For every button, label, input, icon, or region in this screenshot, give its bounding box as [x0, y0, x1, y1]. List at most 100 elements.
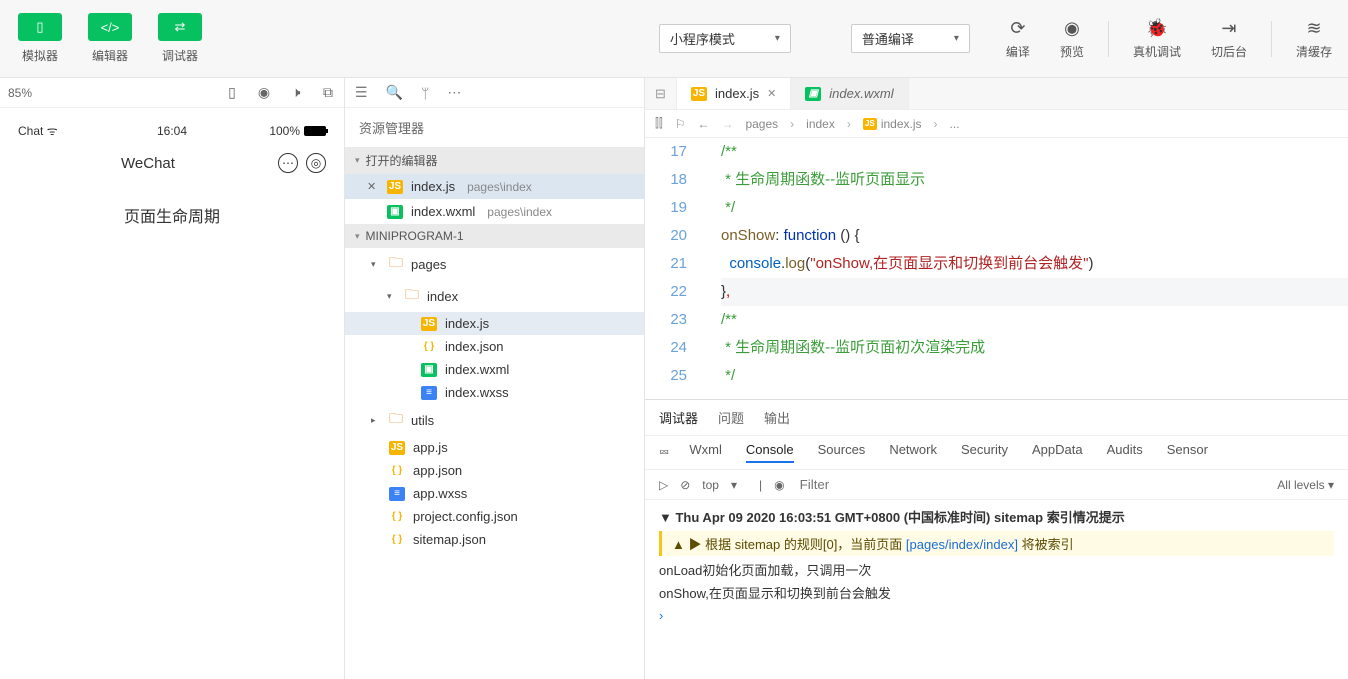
devtool-tab-network[interactable]: Network — [889, 442, 937, 463]
log-group-header[interactable]: ▼ Thu Apr 09 2020 16:03:51 GMT+0800 (中国标… — [659, 504, 1334, 529]
list-icon[interactable]: ☰ — [355, 84, 368, 101]
folder-icon: 🗀 — [389, 408, 403, 432]
close-icon[interactable]: ◎ — [306, 153, 326, 173]
tree-item-index[interactable]: ▾🗀index — [345, 280, 644, 312]
simulator-panel: 85% ▯ ◉ 🕨 ⧉ Chat ᯤ 16:04 100% WeChat ⋯◎ … — [0, 78, 345, 679]
close-icon[interactable]: ✕ — [767, 87, 776, 100]
compile-dropdown[interactable]: 普通编译 — [851, 24, 970, 53]
filter-input[interactable] — [797, 474, 1266, 495]
main-toolbar: ▯ 模拟器 </> 编辑器 ⇄ 调试器 小程序模式 普通编译 ⟳编译 ◉预览 🐞… — [0, 0, 1348, 78]
phone-time: 16:04 — [121, 124, 224, 138]
forward-icon[interactable]: → — [721, 117, 733, 131]
phone-status-bar: Chat ᯤ 16:04 100% — [6, 118, 338, 143]
preview-button[interactable]: ◉预览 — [1054, 14, 1090, 64]
eye-icon: ◉ — [1064, 18, 1080, 39]
tab-index-js[interactable]: JS index.js ✕ — [677, 78, 791, 109]
open-editor-item[interactable]: ▣index.wxmlpages\index — [345, 199, 644, 224]
project-header[interactable]: MINIPROGRAM-1 — [345, 224, 644, 248]
block-icon[interactable]: ⊘ — [680, 478, 690, 492]
devtool-tab-sensor[interactable]: Sensor — [1167, 442, 1208, 463]
wxml-icon: ▣ — [805, 87, 821, 101]
json-icon: { } — [421, 340, 437, 354]
tree-item-app.js[interactable]: JSapp.js — [345, 436, 644, 459]
battery-icon — [304, 126, 326, 136]
menu-icon[interactable]: ⋯ — [278, 153, 298, 173]
tree-item-sitemap.json[interactable]: { }sitemap.json — [345, 528, 644, 551]
tab-index-wxml[interactable]: ▣ index.wxml — [791, 78, 908, 109]
more-icon[interactable]: ⋯ — [447, 84, 461, 101]
debug-tab[interactable]: 问题 — [718, 408, 744, 427]
app-title: WeChat — [18, 155, 278, 172]
debug-tab[interactable]: 输出 — [764, 408, 790, 427]
js-icon: JS — [691, 87, 707, 101]
sidebar-toggle-icon[interactable]: ⊟ — [645, 78, 677, 109]
detach-icon[interactable]: ⧉ — [320, 85, 336, 101]
debug-tab[interactable]: 调试器 — [659, 408, 698, 427]
compile-button[interactable]: ⟳编译 — [1000, 14, 1036, 64]
js-icon: JS — [389, 441, 405, 455]
line-gutter: 171819202122232425 — [645, 138, 701, 399]
json-icon: { } — [389, 464, 405, 478]
wxml-icon: ▣ — [387, 205, 403, 219]
warn-icon: ▲ — [672, 537, 685, 552]
tree-item-app.wxss[interactable]: ≡app.wxss — [345, 482, 644, 505]
tree-item-project.config.json[interactable]: { }project.config.json — [345, 505, 644, 528]
phone-icon: ▯ — [18, 13, 62, 41]
eye-icon[interactable]: ◉ — [774, 478, 784, 492]
page-title: 页面生命周期 — [6, 183, 338, 247]
levels-select[interactable]: All levels ▾ — [1277, 478, 1334, 492]
code-area[interactable]: /** * 生命周期函数--监听页面显示 */onShow: function … — [701, 138, 1348, 399]
wxss-icon: ≡ — [389, 487, 405, 501]
open-editors-header[interactable]: 打开的编辑器 — [345, 147, 644, 174]
devtool-tab-audits[interactable]: Audits — [1107, 442, 1143, 463]
context-select[interactable]: top — [702, 478, 719, 492]
mute-icon[interactable]: 🕨 — [288, 85, 304, 101]
breadcrumb: ⫿⫿ ⚐ ← → pages› index› JS index.js› ... — [645, 110, 1348, 138]
remote-debug-button[interactable]: 🐞真机调试 — [1127, 14, 1187, 64]
wxss-icon: ≡ — [421, 386, 437, 400]
tree-item-index.json[interactable]: { }index.json — [345, 335, 644, 358]
search-icon[interactable]: 🔍 — [386, 84, 403, 101]
devtool-tab-appdata[interactable]: AppData — [1032, 442, 1083, 463]
js-icon: JS — [863, 118, 877, 130]
warning-row: ▲ ▶ 根据 sitemap 的规则[0]，当前页面 [pages/index/… — [659, 531, 1334, 556]
open-editor-item[interactable]: ✕JSindex.jspages\index — [345, 174, 644, 199]
tree-item-index.wxss[interactable]: ≡index.wxss — [345, 381, 644, 404]
close-icon[interactable]: ✕ — [367, 180, 379, 193]
device-icon[interactable]: ▯ — [224, 85, 240, 101]
back-icon[interactable]: ← — [697, 117, 709, 131]
wifi-icon: ᯤ — [47, 124, 58, 138]
wxml-icon: ▣ — [421, 363, 437, 377]
background-button[interactable]: ⇥切后台 — [1205, 14, 1253, 64]
branch-icon[interactable]: ᛘ — [421, 85, 429, 101]
js-icon: JS — [421, 317, 437, 331]
editor-button[interactable]: </> 编辑器 — [80, 9, 140, 68]
refresh-icon: ⟳ — [1010, 18, 1025, 39]
debugger-button[interactable]: ⇄ 调试器 — [150, 9, 210, 68]
split-icon[interactable]: ⫿⫿ — [655, 116, 663, 131]
mode-dropdown[interactable]: 小程序模式 — [659, 24, 791, 53]
inspect-icon[interactable]: ⮹ — [659, 445, 669, 461]
devtool-tab-sources[interactable]: Sources — [818, 442, 866, 463]
play-icon[interactable]: ▷ — [659, 478, 668, 492]
tree-item-app.json[interactable]: { }app.json — [345, 459, 644, 482]
devtool-tab-console[interactable]: Console — [746, 442, 794, 463]
tree-item-index.wxml[interactable]: ▣index.wxml — [345, 358, 644, 381]
settings-icon: ⇄ — [158, 13, 202, 41]
exit-icon: ⇥ — [1221, 18, 1236, 39]
explorer-panel: ☰ 🔍 ᛘ ⋯ 资源管理器 打开的编辑器 ✕JSindex.jspages\in… — [345, 78, 645, 679]
zoom-level[interactable]: 85% — [8, 86, 208, 100]
simulator-button[interactable]: ▯ 模拟器 — [10, 9, 70, 68]
console-prompt[interactable]: › — [659, 604, 1334, 623]
bug-icon: 🐞 — [1146, 18, 1168, 39]
tree-item-index.js[interactable]: JSindex.js — [345, 312, 644, 335]
tree-item-utils[interactable]: ▸🗀utils — [345, 404, 644, 436]
bookmark-icon[interactable]: ⚐ — [675, 117, 686, 131]
devtool-tab-security[interactable]: Security — [961, 442, 1008, 463]
tree-item-pages[interactable]: ▾🗀pages — [345, 248, 644, 280]
devtool-tab-wxml[interactable]: Wxml — [689, 442, 722, 463]
clear-cache-button[interactable]: ≋清缓存 — [1290, 14, 1338, 64]
sitemap-link[interactable]: [pages/index/index] — [906, 537, 1018, 552]
stop-icon[interactable]: ◉ — [256, 85, 272, 101]
log-row: onLoad初始化页面加载，只调用一次 — [659, 558, 1334, 581]
